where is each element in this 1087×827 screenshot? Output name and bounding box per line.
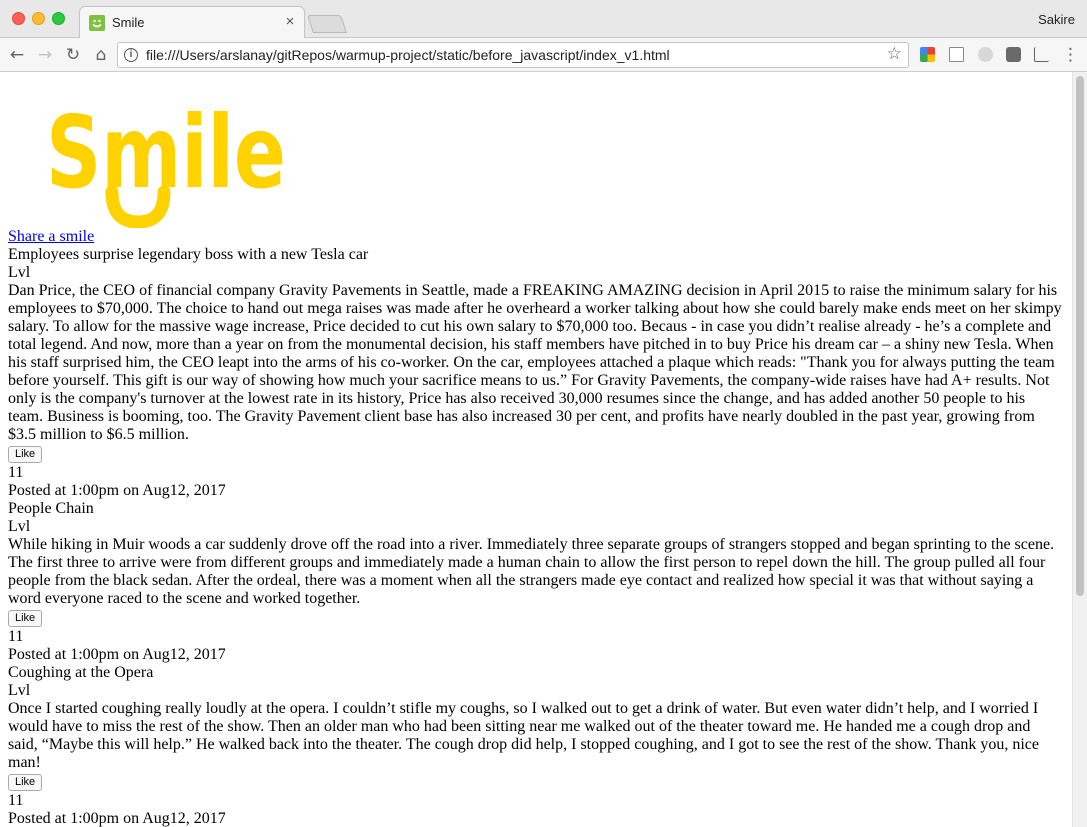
new-tab-button[interactable] <box>307 15 347 33</box>
like-button[interactable]: Like <box>8 446 43 463</box>
browser-titlebar: Smile × Sakire <box>0 0 1087 39</box>
browser-tab[interactable]: Smile × <box>79 6 305 39</box>
zoom-window-button[interactable] <box>52 12 65 25</box>
browser-toolbar: ← → ↻ ⌂ i file:///Users/arslanay/gitRepo… <box>0 38 1087 72</box>
story-card: Employees surprise legendary boss with a… <box>8 246 1064 500</box>
close-window-button[interactable] <box>12 12 25 25</box>
forward-arrow-icon[interactable]: → <box>34 44 56 66</box>
info-icon[interactable]: i <box>124 48 138 62</box>
like-button[interactable]: Like <box>8 610 43 627</box>
posted-timestamp: Posted at 1:00pm on Aug12, 2017 <box>8 482 226 499</box>
home-icon[interactable]: ⌂ <box>90 44 112 66</box>
like-count: 11 <box>8 464 24 481</box>
vertical-scrollbar[interactable] <box>1072 72 1087 827</box>
like-count: 11 <box>8 628 24 645</box>
chrome-extension-icon[interactable] <box>920 47 935 62</box>
address-bar[interactable]: i file:///Users/arslanay/gitRepos/warmup… <box>117 42 909 68</box>
bookmark-star-icon[interactable]: ☆ <box>887 44 902 64</box>
story-body: Once I started coughing really loudly at… <box>8 700 1040 771</box>
story-card: Coughing at the Opera Lvl Once I started… <box>8 664 1064 827</box>
back-arrow-icon[interactable]: ← <box>6 44 28 66</box>
story-level: Lvl <box>8 682 31 699</box>
reload-icon[interactable]: ↻ <box>62 44 84 66</box>
shield-extension-icon[interactable] <box>1006 47 1021 62</box>
tab-close-icon[interactable]: × <box>282 13 298 31</box>
page-viewport: Smile Share a smile Employees surprise l… <box>0 72 1072 827</box>
url-text[interactable]: file:///Users/arslanay/gitRepos/warmup-p… <box>146 47 670 63</box>
posted-timestamp: Posted at 1:00pm on Aug12, 2017 <box>8 646 226 663</box>
story-level: Lvl <box>8 518 31 535</box>
share-a-smile-link[interactable]: Share a smile <box>8 228 1064 246</box>
story-title: Employees surprise legendary boss with a… <box>8 246 369 263</box>
minimize-window-button[interactable] <box>32 12 45 25</box>
story-level: Lvl <box>8 264 31 281</box>
feather-extension-icon[interactable] <box>978 47 993 62</box>
page-content: Smile Share a smile Employees surprise l… <box>8 72 1064 827</box>
document-extension-icon[interactable] <box>949 47 964 62</box>
smile-favicon-icon <box>89 15 105 31</box>
tab-title: Smile <box>112 15 145 30</box>
profile-name[interactable]: Sakire <box>1038 12 1075 27</box>
like-count: 11 <box>8 792 24 809</box>
story-body: While hiking in Muir woods a car suddenl… <box>8 536 1055 607</box>
posted-timestamp: Posted at 1:00pm on Aug12, 2017 <box>8 810 226 827</box>
browser-menu-icon[interactable]: ⋮ <box>1062 44 1079 66</box>
scrollbar-thumb[interactable] <box>1076 76 1084 596</box>
cast-icon[interactable] <box>1034 47 1049 62</box>
story-body: Dan Price, the CEO of financial company … <box>8 282 1062 443</box>
story-card: People Chain Lvl While hiking in Muir wo… <box>8 500 1064 664</box>
smile-logo: Smile <box>8 72 308 229</box>
like-button[interactable]: Like <box>8 774 43 791</box>
story-title: People Chain <box>8 500 94 517</box>
story-title: Coughing at the Opera <box>8 664 154 681</box>
